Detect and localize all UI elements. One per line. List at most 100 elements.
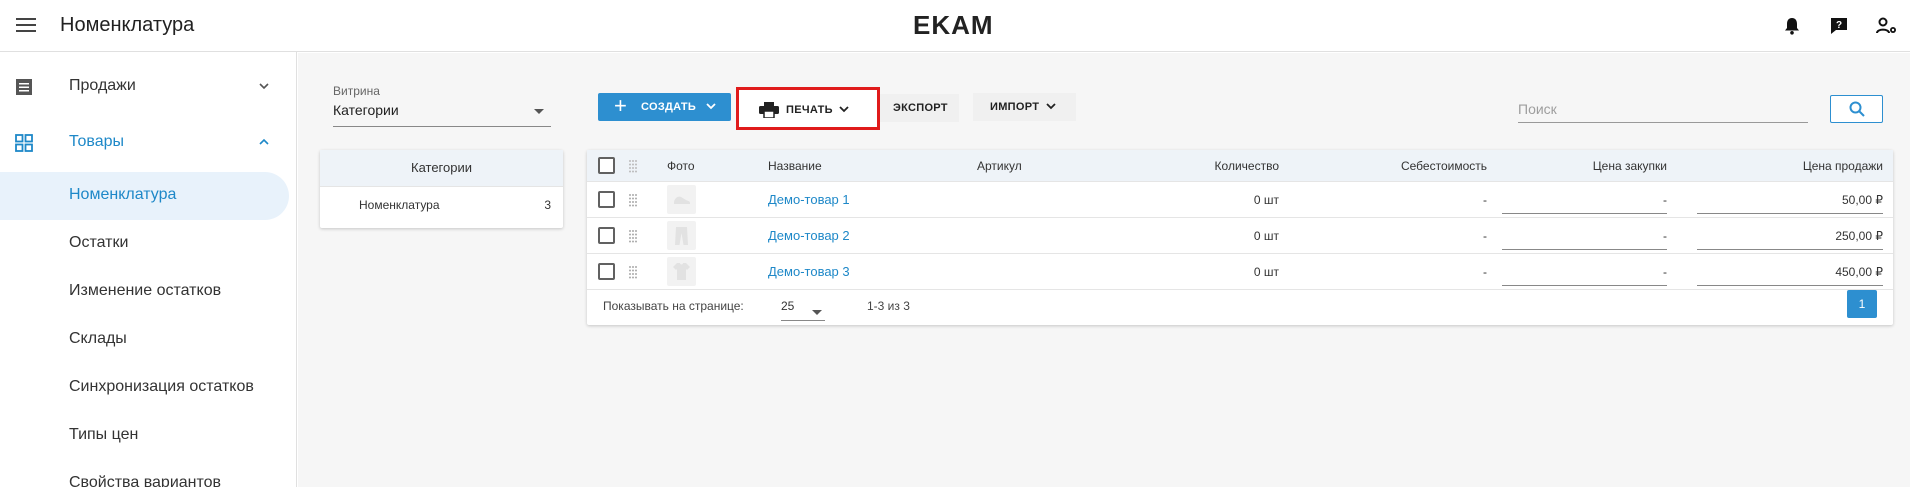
product-photo xyxy=(667,185,696,214)
search-button[interactable] xyxy=(1830,95,1883,123)
sidebar-item-products[interactable]: Товары xyxy=(0,120,297,168)
rows-per-page-label: Показывать на странице: xyxy=(603,299,744,313)
column-header-name[interactable]: Название xyxy=(768,159,822,173)
quantity-cell: 0 шт xyxy=(1253,193,1279,207)
chevron-up-icon xyxy=(259,138,269,145)
sale-price-field[interactable]: 450,00 ₽ xyxy=(1737,265,1883,279)
export-button-label: ЭКСПОРТ xyxy=(893,102,948,114)
drag-handle-icon[interactable] xyxy=(628,229,638,243)
column-header-quantity[interactable]: Количество xyxy=(1199,159,1279,173)
sidebar-item-label: Товары xyxy=(69,133,125,150)
purchase-price-field[interactable]: - xyxy=(1527,193,1667,207)
chevron-down-icon xyxy=(1046,103,1056,110)
help-chat-icon[interactable]: ? xyxy=(1829,16,1849,36)
sale-price-field[interactable]: 250,00 ₽ xyxy=(1737,229,1883,243)
quantity-cell: 0 шт xyxy=(1253,265,1279,279)
bell-icon[interactable] xyxy=(1782,16,1802,36)
product-photo xyxy=(667,221,696,250)
create-button[interactable]: + СОЗДАТЬ xyxy=(598,93,731,121)
sidebar-subitem-label: Свойства вариантов xyxy=(69,474,222,487)
sidebar-subitem-warehouses[interactable]: Склады xyxy=(0,316,297,364)
ekam-logo[interactable]: EKAM xyxy=(913,10,994,41)
row-checkbox[interactable] xyxy=(598,263,615,280)
column-header-photo: Фото xyxy=(667,159,695,173)
sidebar: Продажи Товары Номенклатура Остатки Изме… xyxy=(0,52,297,487)
row-checkbox[interactable] xyxy=(598,191,615,208)
import-button-label: ИМПОРТ xyxy=(990,101,1040,113)
products-table: Фото Название Артикул Количество Себесто… xyxy=(587,150,1893,325)
print-button-label: ПЕЧАТЬ xyxy=(786,104,833,116)
user-settings-icon[interactable] xyxy=(1876,16,1896,36)
sidebar-subitem-label: Изменение остатков xyxy=(69,282,222,299)
showcase-underline xyxy=(333,126,551,127)
sidebar-item-sales[interactable]: Продажи xyxy=(0,64,297,112)
page-title: Номенклатура xyxy=(60,14,195,36)
drag-handle-icon[interactable] xyxy=(628,193,638,207)
table-header: Фото Название Артикул Количество Себесто… xyxy=(587,150,1893,181)
rows-per-page-select[interactable]: 25 xyxy=(781,299,794,313)
plus-icon: + xyxy=(614,93,627,118)
category-item[interactable]: Номенклатура 3 xyxy=(320,186,563,222)
sidebar-subitem-stock-sync[interactable]: Синхронизация остатков xyxy=(0,364,297,412)
product-name-link[interactable]: Демо-товар 3 xyxy=(768,264,850,279)
import-button[interactable]: ИМПОРТ xyxy=(973,93,1076,121)
quantity-cell: 0 шт xyxy=(1253,229,1279,243)
purchase-price-field[interactable]: - xyxy=(1527,265,1667,279)
product-name-link[interactable]: Демо-товар 2 xyxy=(768,228,850,243)
printer-icon xyxy=(759,102,779,118)
trousers-icon xyxy=(675,227,688,245)
menu-icon[interactable] xyxy=(16,18,36,32)
categories-header: Категории xyxy=(320,150,563,186)
chevron-down-icon xyxy=(839,106,849,113)
print-button[interactable]: ПЕЧАТЬ xyxy=(736,87,880,130)
page-button[interactable]: 1 xyxy=(1847,290,1877,318)
pagination-range: 1-3 из 3 xyxy=(867,299,910,313)
sidebar-subitem-stock-changes[interactable]: Изменение остатков xyxy=(0,268,297,316)
column-header-article[interactable]: Артикул xyxy=(977,159,1022,173)
drag-handle-icon[interactable] xyxy=(628,265,638,279)
showcase-label: Витрина xyxy=(333,84,380,98)
column-header-purchase-price[interactable]: Цена закупки xyxy=(1527,159,1667,173)
sidebar-subitem-price-types[interactable]: Типы цен xyxy=(0,412,297,460)
product-name-link[interactable]: Демо-товар 1 xyxy=(768,192,850,207)
sidebar-subitem-label: Склады xyxy=(69,330,127,347)
chevron-down-icon xyxy=(706,103,716,110)
select-all-checkbox[interactable] xyxy=(598,157,615,174)
category-count: 3 xyxy=(544,198,551,212)
cost-cell: - xyxy=(1483,193,1487,207)
search-icon xyxy=(1849,101,1865,117)
chevron-down-icon xyxy=(259,83,269,90)
grid-icon xyxy=(15,134,33,152)
row-checkbox[interactable] xyxy=(598,227,615,244)
cost-cell: - xyxy=(1483,265,1487,279)
shoe-icon xyxy=(674,196,690,204)
column-header-sale-price[interactable]: Цена продажи xyxy=(1737,159,1883,173)
dropdown-caret-icon[interactable] xyxy=(812,310,822,315)
table-row: Демо-товар 2 0 шт - - 250,00 ₽ xyxy=(587,217,1893,253)
sidebar-subitem-label: Номенклатура xyxy=(69,186,177,203)
categories-panel: Категории Номенклатура 3 xyxy=(320,150,563,228)
dropdown-caret-icon[interactable] xyxy=(534,109,544,114)
svg-text:?: ? xyxy=(1836,20,1842,31)
showcase-select[interactable]: Категории xyxy=(333,102,399,118)
purchase-price-field[interactable]: - xyxy=(1527,229,1667,243)
drag-handle-icon xyxy=(629,160,637,173)
sidebar-subitem-nomenclature[interactable]: Номенклатура xyxy=(0,172,289,220)
list-icon xyxy=(16,79,32,95)
sidebar-subitem-label: Остатки xyxy=(69,234,129,251)
export-button[interactable]: ЭКСПОРТ xyxy=(880,94,959,122)
sidebar-item-label: Продажи xyxy=(69,77,136,94)
sidebar-subitem-label: Синхронизация остатков xyxy=(69,378,254,395)
table-row: Демо-товар 3 0 шт - - 450,00 ₽ xyxy=(587,253,1893,289)
sidebar-subitem-variant-properties[interactable]: Свойства вариантов xyxy=(0,460,297,487)
table-row: Демо-товар 1 0 шт - - 50,00 ₽ xyxy=(587,181,1893,217)
sale-price-field[interactable]: 50,00 ₽ xyxy=(1737,193,1883,207)
create-button-label: СОЗДАТЬ xyxy=(641,101,697,113)
cost-cell: - xyxy=(1483,229,1487,243)
search-input[interactable] xyxy=(1518,95,1808,123)
sidebar-subitem-stock[interactable]: Остатки xyxy=(0,220,297,268)
column-header-cost[interactable]: Себестоимость xyxy=(1357,159,1487,173)
top-bar: Номенклатура EKAM ? xyxy=(0,0,1910,52)
product-photo xyxy=(667,257,696,286)
tshirt-icon xyxy=(673,263,690,280)
